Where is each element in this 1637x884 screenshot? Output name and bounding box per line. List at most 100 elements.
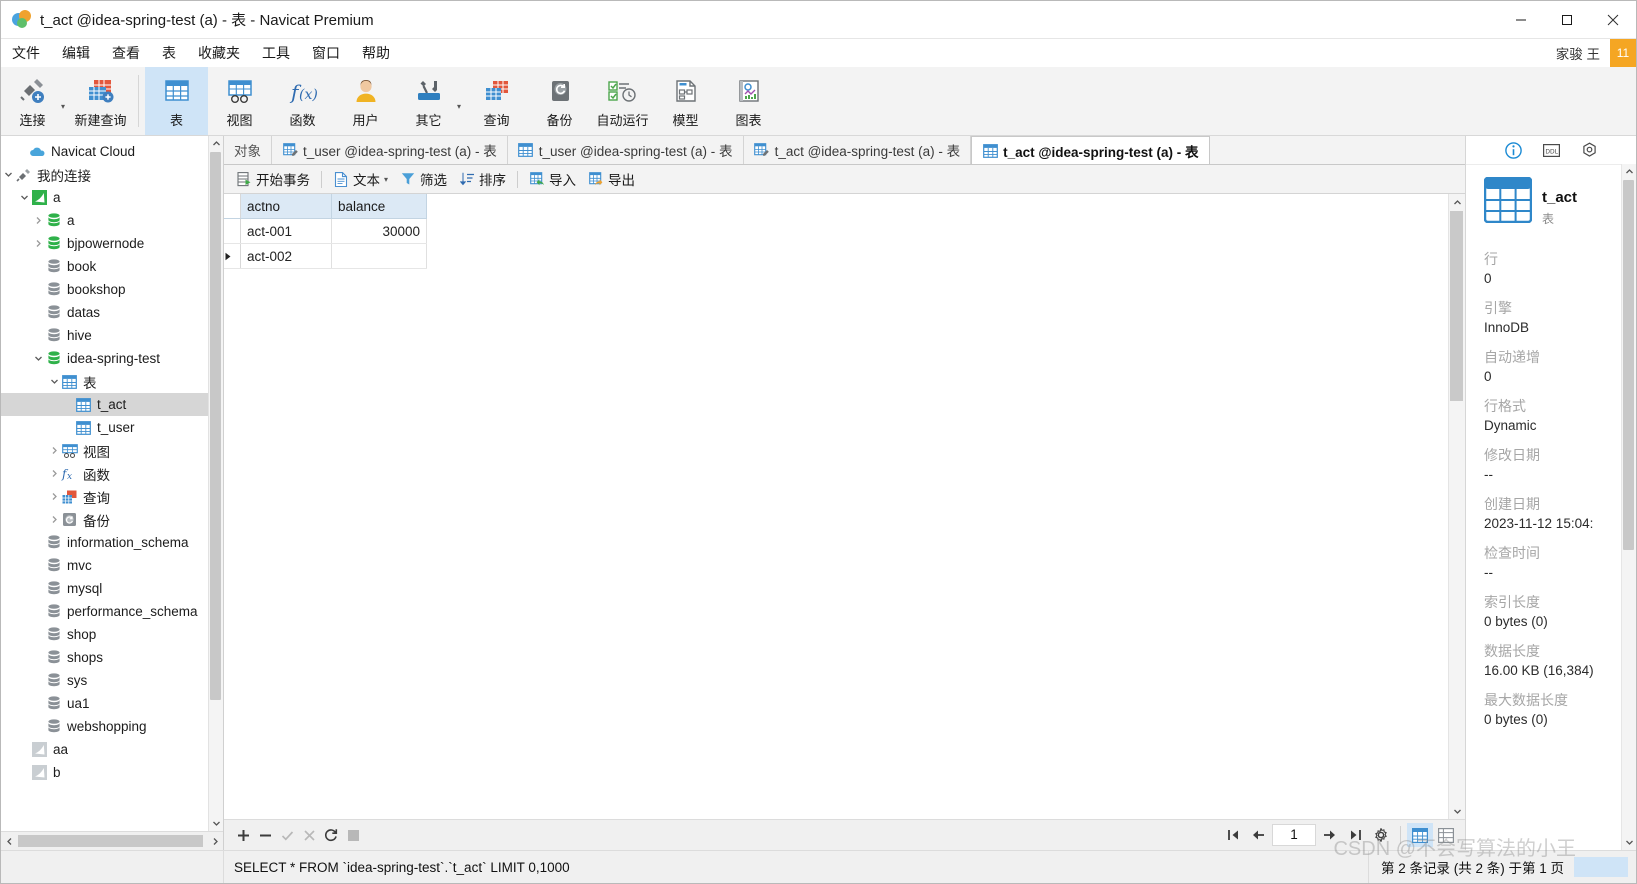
info-tab-button[interactable] [1503,140,1523,160]
menu-item-table[interactable]: 表 [151,40,187,66]
cell-actno[interactable]: act-002 [240,243,332,269]
tree-node-functions-folder[interactable]: fx 函数 [1,462,223,485]
tab-objects[interactable]: 对象 [224,136,272,164]
menu-item-window[interactable]: 窗口 [301,40,351,66]
tree-node-db-a[interactable]: a [1,209,223,232]
sidebar-horizontal-scrollbar[interactable] [1,831,223,850]
grid-vertical-scrollbar[interactable] [1448,194,1465,819]
tree-node-table-t-user[interactable]: t_user [1,416,223,439]
close-button[interactable] [1590,1,1636,38]
page-number-input[interactable]: 1 [1272,824,1316,846]
chevron-down-icon[interactable] [47,370,61,393]
minimize-button[interactable] [1498,1,1544,38]
menu-item-view[interactable]: 查看 [101,40,151,66]
tab-t-user-design[interactable]: t_user @idea-spring-test (a) - 表 [272,136,508,164]
tree-node-db-bookshop[interactable]: bookshop [1,278,223,301]
tree-node-db-shops[interactable]: shops [1,646,223,669]
maximize-button[interactable] [1544,1,1590,38]
tree-node-table-t-act[interactable]: t_act [1,393,223,416]
scroll-up-arrow-icon[interactable] [209,136,223,151]
toolbar-button-new-query[interactable]: 新建查询 [69,67,132,135]
toolbar-button-table[interactable]: 表 [145,67,209,135]
scroll-left-arrow-icon[interactable] [1,832,17,850]
sort-button[interactable]: 排序 [453,168,512,190]
chevron-right-icon[interactable] [47,439,61,462]
tree-node-backups-folder[interactable]: 备份 [1,508,223,531]
grid-view-button[interactable] [1407,823,1433,847]
tree-node-db-performance-schema[interactable]: performance_schema [1,600,223,623]
chevron-right-icon[interactable] [31,209,45,232]
toolbar-button-automation[interactable]: 自动运行 [591,67,654,135]
menu-item-tools[interactable]: 工具 [251,40,301,66]
cell-balance[interactable]: 30000 [331,218,427,244]
chevron-down-icon[interactable] [17,186,31,209]
info-panel-scroll-thumb[interactable] [1623,180,1634,550]
column-header-actno[interactable]: actno [240,194,332,219]
first-page-button[interactable] [1220,823,1246,847]
toolbar-button-function[interactable]: f (x) 函数 [271,67,334,135]
tree-node-db-mysql[interactable]: mysql [1,577,223,600]
toolbar-button-user[interactable]: 用户 [334,67,397,135]
tree-node-connection-a[interactable]: a [1,186,223,209]
tree-node-views-folder[interactable]: 视图 [1,439,223,462]
tree-node-db-datas[interactable]: datas [1,301,223,324]
sidebar-hscroll-track[interactable] [17,832,207,850]
tree-node-db-sys[interactable]: sys [1,669,223,692]
text-button[interactable]: 文本 ▾ [327,168,394,190]
scroll-down-arrow-icon[interactable] [1449,803,1465,819]
chevron-right-icon[interactable] [31,232,45,255]
tree-node-connection-aa[interactable]: aa [1,738,223,761]
chevron-down-icon[interactable] [1,163,15,186]
grid-settings-button[interactable] [1368,823,1394,847]
cancel-changes-button[interactable] [298,824,320,846]
connection-tree[interactable]: › Navicat Cloud 我的连接 [1,136,223,831]
menu-item-help[interactable]: 帮助 [351,40,401,66]
tree-node-db-idea-spring-test[interactable]: idea-spring-test [1,347,223,370]
sidebar-scroll-thumb[interactable] [210,152,221,700]
menu-item-edit[interactable]: 编辑 [51,40,101,66]
chevron-down-icon-text[interactable]: ▾ [380,175,388,184]
toolbar-button-other[interactable]: 其它 [397,67,460,129]
last-page-button[interactable] [1342,823,1368,847]
cell-balance-selected[interactable]: 10000 [331,243,427,269]
account-area[interactable]: 家骏 王 11 [1556,39,1636,67]
tab-t-act-design[interactable]: t_act @idea-spring-test (a) - 表 [743,136,972,164]
toolbar-button-model[interactable]: 模型 [654,67,717,135]
delete-record-button[interactable] [254,824,276,846]
form-view-button[interactable] [1433,823,1459,847]
export-button[interactable]: 导出 [582,168,641,190]
chevron-down-icon-connection[interactable]: ▾ [61,102,69,111]
scroll-down-arrow-icon[interactable] [209,816,223,831]
tab-t-user-data[interactable]: t_user @idea-spring-test (a) - 表 [507,136,744,164]
chevron-right-icon[interactable] [47,508,61,531]
ddl-tab-button[interactable]: DDL [1541,140,1561,160]
table-row[interactable]: act-001 30000 [224,218,427,244]
tree-node-db-hive[interactable]: hive [1,324,223,347]
menu-item-file[interactable]: 文件 [1,40,51,66]
chevron-right-icon[interactable] [47,462,61,485]
tree-node-navicat-cloud[interactable]: › Navicat Cloud [1,140,223,163]
sidebar-hscroll-thumb[interactable] [18,835,203,847]
scroll-down-arrow-icon[interactable] [1622,835,1636,850]
next-page-button[interactable] [1316,823,1342,847]
menu-item-favorites[interactable]: 收藏夹 [187,40,251,66]
toolbar-button-view[interactable]: 视图 [208,67,271,135]
stop-button[interactable] [342,824,364,846]
cell-actno[interactable]: act-001 [240,218,332,244]
previous-page-button[interactable] [1246,823,1272,847]
tree-node-db-information-schema[interactable]: information_schema [1,531,223,554]
tree-node-db-ua1[interactable]: ua1 [1,692,223,715]
chevron-down-icon-other[interactable]: ▾ [457,102,465,111]
filter-button[interactable]: 筛选 [394,168,453,190]
begin-transaction-button[interactable]: 开始事务 [230,168,316,190]
sidebar-vertical-scrollbar[interactable] [208,136,223,831]
scroll-up-arrow-icon[interactable] [1622,164,1636,179]
tree-node-db-shop[interactable]: shop [1,623,223,646]
tree-node-connection-b[interactable]: b [1,761,223,784]
tree-node-db-bjpowernode[interactable]: bjpowernode [1,232,223,255]
tab-t-act-data[interactable]: t_act @idea-spring-test (a) - 表 [971,136,1210,164]
toolbar-button-backup[interactable]: 备份 [528,67,591,135]
grid-scroll-thumb[interactable] [1450,211,1463,401]
tree-node-db-webshopping[interactable]: webshopping [1,715,223,738]
tree-node-db-mvc[interactable]: mvc [1,554,223,577]
